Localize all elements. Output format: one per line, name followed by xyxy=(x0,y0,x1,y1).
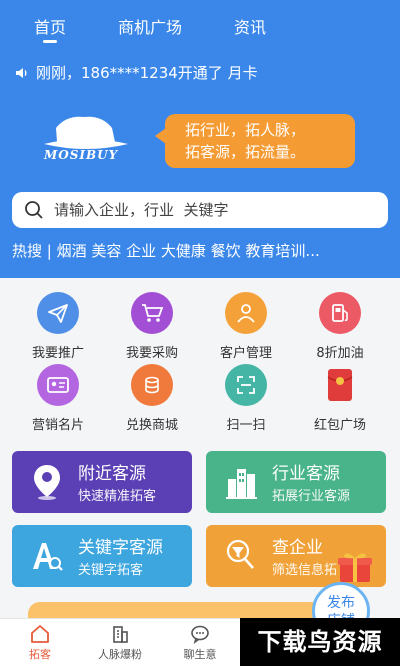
tab-opportunity-square[interactable]: 商机广场 xyxy=(118,14,182,38)
card-subtitle: 筛选信息拓 xyxy=(272,563,338,578)
location-pin-icon xyxy=(34,465,60,500)
watermark: 下载鸟资源 xyxy=(240,618,400,666)
scan-icon xyxy=(225,364,267,406)
slogan-line-2: 拓客源，拓流量。 xyxy=(185,143,306,161)
logo-text: MOSIBUY xyxy=(44,148,119,162)
tab-active-indicator xyxy=(43,40,57,43)
red-packet-icon xyxy=(319,364,361,406)
card-title: 附近客源 xyxy=(78,464,146,484)
coins-icon xyxy=(131,364,173,406)
nav-item-network[interactable]: 人脉爆粉 xyxy=(80,619,160,666)
fuel-icon xyxy=(319,292,361,334)
cart-icon xyxy=(131,292,173,334)
grid-item-fuel-discount[interactable]: 8折加油 xyxy=(290,292,390,361)
nav-label: 聊生意 xyxy=(183,648,217,661)
card-keyword-customers[interactable]: 关键字客源 关键字拓客 xyxy=(12,525,192,587)
grid-item-label: 客户管理 xyxy=(219,346,272,361)
customer-icon xyxy=(225,292,267,334)
tab-news[interactable]: 资讯 xyxy=(234,14,266,38)
nav-label: 拓客 xyxy=(29,648,51,661)
top-tabs: 首页 商机广场 资讯 xyxy=(0,14,400,44)
grid-item-exchange-mall[interactable]: 兑换商城 xyxy=(102,364,202,433)
paper-plane-icon xyxy=(37,292,79,334)
tab-home[interactable]: 首页 xyxy=(34,14,66,38)
building-icon xyxy=(113,626,128,643)
keyword-search-icon xyxy=(33,543,63,571)
gift-box-icon xyxy=(338,553,372,582)
notice-bar: 刚刚，186****1234开通了 月卡 xyxy=(14,62,258,83)
grid-item-label: 营销名片 xyxy=(31,418,84,433)
grid-item-label: 我要推广 xyxy=(31,346,84,361)
filter-icon xyxy=(226,539,254,569)
slogan-line-1: 拓行业，拓人脉， xyxy=(185,121,306,139)
slogan-bubble: 拓行业，拓人脉， 拓客源，拓流量。 xyxy=(155,114,355,168)
grid-item-label: 8折加油 xyxy=(316,346,364,361)
search-bar[interactable] xyxy=(12,192,388,228)
notice-text: 刚刚，186****1234开通了 月卡 xyxy=(36,64,258,82)
nav-label: 人脉爆粉 xyxy=(98,648,142,661)
card-title: 关键字客源 xyxy=(78,538,163,558)
buildings-icon xyxy=(226,469,257,499)
card-industry-customers[interactable]: 行业客源 拓展行业客源 xyxy=(206,451,386,513)
speaker-icon xyxy=(16,67,27,78)
grid-item-business-card[interactable]: 营销名片 xyxy=(8,364,108,433)
header-area: 首页 商机广场 资讯 刚刚，186****1234开通了 月卡 MOSIBUY … xyxy=(0,0,400,278)
card-subtitle: 关键字拓客 xyxy=(78,563,144,578)
card-subtitle: 快速精准拓客 xyxy=(78,489,157,504)
grid-item-label: 扫一扫 xyxy=(226,418,266,433)
search-input[interactable] xyxy=(54,201,374,219)
card-icon xyxy=(37,364,79,406)
search-icon xyxy=(25,201,43,219)
card-subtitle: 拓展行业客源 xyxy=(272,489,351,504)
feature-grid: 我要推广 我要采购 客户管理 8折加油 营销名片 兑换商城 扫一扫 红包广场 xyxy=(0,280,400,440)
grid-item-label: 红包广场 xyxy=(313,418,366,433)
grid-item-promote[interactable]: 我要推广 xyxy=(8,292,108,361)
grid-item-label: 我要采购 xyxy=(125,346,178,361)
nav-item-acquire[interactable]: 拓客 xyxy=(0,619,80,666)
grid-item-red-packet-square[interactable]: 红包广场 xyxy=(290,364,390,433)
nav-item-chat[interactable]: 聊生意 xyxy=(160,619,240,666)
grid-item-label: 兑换商城 xyxy=(125,418,178,433)
hot-search-bar[interactable]: 热搜 | 烟酒 美容 企业 大健康 餐饮 教育培训... xyxy=(12,240,320,261)
grid-item-purchase[interactable]: 我要采购 xyxy=(102,292,202,361)
card-nearby-customers[interactable]: 附近客源 快速精准拓客 xyxy=(12,451,192,513)
card-title: 行业客源 xyxy=(272,464,340,484)
home-icon xyxy=(31,625,49,643)
grid-item-scan[interactable]: 扫一扫 xyxy=(196,364,296,433)
chat-icon xyxy=(191,625,209,644)
grid-item-customer-management[interactable]: 客户管理 xyxy=(196,292,296,361)
card-title: 查企业 xyxy=(272,538,323,558)
